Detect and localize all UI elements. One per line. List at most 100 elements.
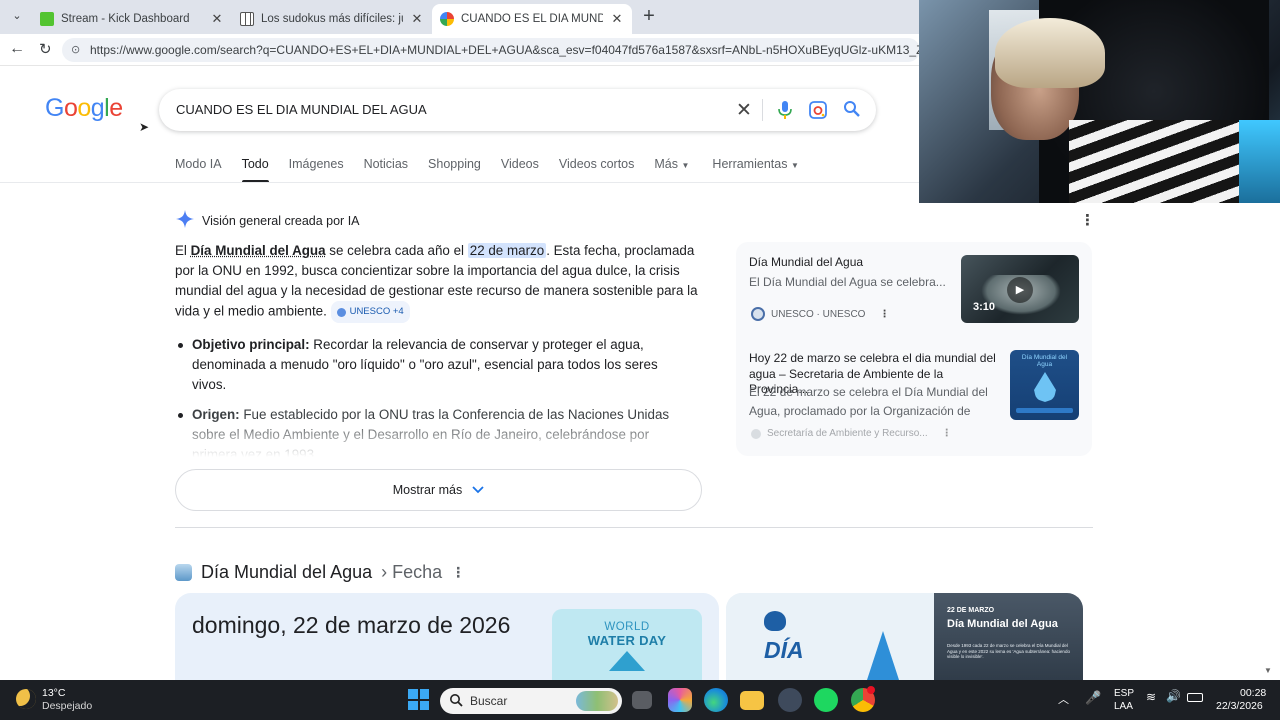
notification-dot xyxy=(867,686,875,694)
edge-icon[interactable] xyxy=(704,688,728,712)
answer-subject[interactable]: Día Mundial del Agua xyxy=(201,562,372,583)
source-site-name: UNESCO · UNESCO xyxy=(771,308,866,320)
search-box[interactable]: CUANDO ES EL DIA MUNDIAL DEL AGUA ✕ xyxy=(159,89,876,131)
new-tab-button[interactable]: + xyxy=(638,5,660,28)
image-text-line: WORLD xyxy=(604,621,650,633)
source-snippet: El 22 de marzo se celebra el Día Mundial… xyxy=(749,385,988,418)
tab-strip: ⌄ Stream - Kick Dashboard ✕ Los sudokus … xyxy=(0,0,920,34)
windows-taskbar: 13°C Despejado ︿ 🎤 ESP LAA ≋ 🔊 00:28 22/… xyxy=(0,680,1280,720)
tools-button[interactable]: Herramientas ▼ xyxy=(712,157,798,183)
source-title[interactable]: Día Mundial del Agua xyxy=(749,255,949,271)
logo-letter: o xyxy=(77,94,91,122)
taskbar-search[interactable]: Buscar xyxy=(440,688,622,714)
address-bar[interactable]: ⊙ https://www.google.com/search?q=CUANDO… xyxy=(62,38,920,62)
file-explorer-icon[interactable] xyxy=(740,691,764,710)
water-drop-icon xyxy=(1034,372,1056,402)
ai-overview-header: Visión general creada por IA xyxy=(176,210,360,231)
image-text-line: WATER DAY xyxy=(587,633,667,648)
tab-modo-ia[interactable]: Modo IA xyxy=(175,157,222,183)
poster-title: Día Mundial del Agua xyxy=(947,618,1058,630)
search-input[interactable]: CUANDO ES EL DIA MUNDIAL DEL AGUA xyxy=(176,102,427,117)
tab-kick-dashboard[interactable]: Stream - Kick Dashboard ✕ xyxy=(32,4,232,34)
water-day-icon xyxy=(175,564,192,581)
language-code[interactable]: ESP xyxy=(1114,688,1134,699)
thumb-footer-bar xyxy=(1016,408,1073,413)
world-water-day-image[interactable]: WORLD WATER DAY xyxy=(552,609,702,683)
source-chip[interactable]: UNESCO +4 xyxy=(330,301,410,323)
dia-image[interactable]: DÍA xyxy=(726,593,934,683)
windows-start-icon[interactable] xyxy=(408,689,429,710)
more-options-icon[interactable]: ⋮ xyxy=(1080,211,1095,229)
volume-icon[interactable]: 🔊 xyxy=(1166,689,1181,703)
tab-videos[interactable]: Videos xyxy=(501,157,539,183)
back-arrow-icon[interactable]: ← xyxy=(9,40,25,58)
moon-weather-icon[interactable] xyxy=(16,689,36,709)
spotify-icon[interactable] xyxy=(814,688,838,712)
tab-sudokus[interactable]: Los sudokus más difíciles: juega a ✕ xyxy=(232,4,432,34)
webcam-overlay xyxy=(919,0,1280,203)
source-site[interactable]: UNESCO · UNESCO ⋮ xyxy=(751,307,889,321)
tab-imagenes[interactable]: Imágenes xyxy=(289,157,344,183)
text-fade xyxy=(175,418,705,464)
gemini-sparkle-icon xyxy=(176,210,194,231)
video-duration: 3:10 xyxy=(973,301,996,313)
more-options-icon[interactable]: ⋮ xyxy=(451,564,465,581)
answer-attribute: Fecha xyxy=(392,562,443,582)
microphone-icon[interactable] xyxy=(778,101,792,124)
chrome-icon[interactable] xyxy=(851,686,875,712)
tab-search-button[interactable]: ⌄ xyxy=(8,9,26,25)
scrollbar[interactable]: ▼ xyxy=(1264,666,1274,676)
close-tab-icon[interactable]: ✕ xyxy=(410,11,424,27)
copilot-icon[interactable] xyxy=(668,688,692,712)
tab-todo[interactable]: Todo xyxy=(241,157,269,183)
app-icon[interactable] xyxy=(778,688,802,712)
source-site[interactable]: Secretaría de Ambiente y Recurso... ⋮ xyxy=(751,428,952,439)
clock-time[interactable]: 00:28 xyxy=(1240,687,1266,699)
battery-icon[interactable] xyxy=(1187,693,1203,702)
clear-search-icon[interactable]: ✕ xyxy=(736,99,752,122)
play-icon[interactable]: ▶ xyxy=(1007,277,1033,303)
show-more-label: Mostrar más xyxy=(392,483,463,497)
drop-shape xyxy=(609,651,645,671)
weather-desc[interactable]: Despejado xyxy=(42,700,92,712)
keyboard-layout[interactable]: LAA xyxy=(1114,701,1133,712)
globe-icon xyxy=(336,307,346,317)
poster-image[interactable]: 22 DE MARZO Día Mundial del Agua Desde 1… xyxy=(934,593,1083,683)
close-tab-icon[interactable]: ✕ xyxy=(210,11,224,27)
show-more-button[interactable]: Mostrar más xyxy=(175,469,702,511)
tab-videos-cortos[interactable]: Videos cortos xyxy=(559,157,635,183)
highlight-term[interactable]: Día Mundial del Agua xyxy=(191,243,326,258)
tab-mas[interactable]: Más ▼ xyxy=(654,157,689,183)
text: El xyxy=(175,243,191,258)
tab-mas-label: Más xyxy=(654,157,679,171)
tab-title: CUANDO ES EL DIA MUNDIAL DEL xyxy=(461,13,603,25)
more-options-icon[interactable]: ⋮ xyxy=(879,309,889,320)
kick-icon xyxy=(40,12,54,26)
wifi-icon[interactable]: ≋ xyxy=(1146,690,1156,704)
more-options-icon[interactable]: ⋮ xyxy=(942,428,952,439)
search-icon[interactable] xyxy=(843,100,861,123)
weather-temp[interactable]: 13°C xyxy=(42,687,65,699)
reload-icon[interactable]: ↻ xyxy=(39,40,52,58)
close-tab-icon[interactable]: ✕ xyxy=(610,11,624,27)
tab-google-search[interactable]: CUANDO ES EL DIA MUNDIAL DEL ✕ xyxy=(432,4,632,34)
site-info-icon[interactable]: ⊙ xyxy=(71,38,80,62)
task-view-icon[interactable] xyxy=(632,691,652,709)
microphone-icon[interactable]: 🎤 xyxy=(1085,690,1101,706)
video-thumbnail[interactable]: ▶ 3:10 xyxy=(961,255,1079,323)
clock-date[interactable]: 22/3/2026 xyxy=(1216,700,1263,712)
mouse-cursor-icon: ➤ xyxy=(139,120,150,134)
lens-camera-icon[interactable] xyxy=(809,101,827,124)
tab-noticias[interactable]: Noticias xyxy=(364,157,408,183)
google-logo[interactable]: Google xyxy=(45,94,123,123)
answer-header: Día Mundial del Agua › Fecha ⋮ xyxy=(175,562,465,583)
poster-body: Desde 1993 cada 22 de marzo se celebra e… xyxy=(947,643,1070,659)
tab-shopping[interactable]: Shopping xyxy=(428,157,481,183)
thumb-heading: Día Mundial del Agua xyxy=(1021,354,1068,368)
chevron-up-icon[interactable]: ︿ xyxy=(1058,691,1069,707)
search-divider xyxy=(762,99,763,121)
drop-shape xyxy=(866,631,900,683)
breadcrumb-separator: › xyxy=(381,562,393,582)
article-thumbnail[interactable]: Día Mundial del Agua xyxy=(1010,350,1079,420)
text: se celebra cada año el xyxy=(325,243,468,258)
